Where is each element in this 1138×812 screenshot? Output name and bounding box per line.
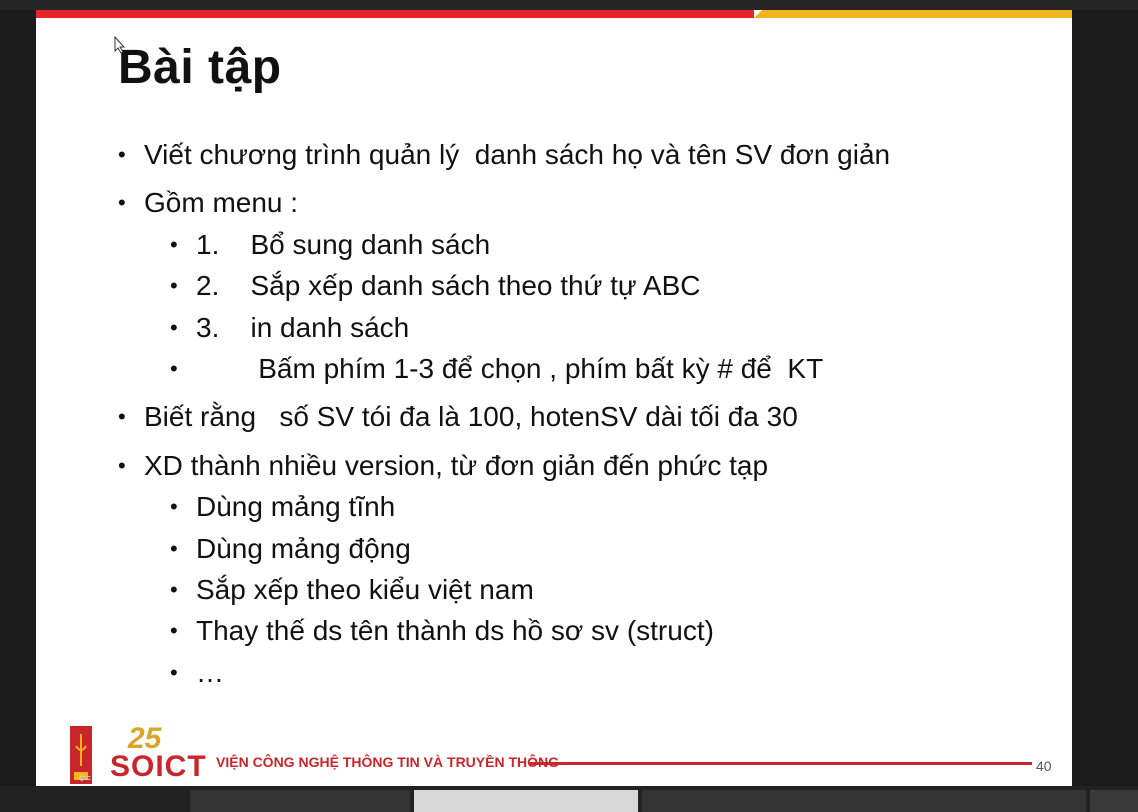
logo-soict-text: SOICT: [110, 750, 207, 783]
footer-divider: [530, 762, 1032, 765]
slide-page-number: 40: [1036, 758, 1052, 774]
taskbar-segment-active: [414, 790, 638, 812]
taskbar-segment: [642, 790, 1086, 812]
bullet-dot-icon: •: [170, 315, 178, 340]
mouse-cursor-icon: [114, 36, 126, 54]
bullet-dot-icon: •: [170, 577, 178, 602]
bullet-dot-icon: •: [118, 190, 126, 215]
version-item: Sắp xếp theo kiểu việt nam: [196, 574, 534, 605]
bullet-dot-icon: •: [170, 618, 178, 643]
version-item: Dùng mảng tĩnh: [196, 491, 396, 522]
bullet-dot-icon: •: [170, 232, 178, 257]
bullet-dot-icon: •: [118, 142, 126, 167]
bullet-dot-icon: •: [118, 453, 126, 478]
version-item: …: [196, 657, 224, 688]
bullet-dot-icon: •: [170, 273, 178, 298]
taskbar-segment: [190, 790, 410, 812]
slide-title: Bài tập: [118, 41, 282, 94]
bullet-dot-icon: •: [170, 660, 178, 685]
bullet-dot-icon: •: [118, 404, 126, 429]
menu-item: 2. Sắp xếp danh sách theo thứ tự ABC: [196, 270, 701, 301]
menu-item: 3. in danh sách: [196, 312, 410, 343]
bullet-item: Viết chương trình quản lý danh sách họ v…: [144, 139, 891, 170]
footer-institute-name: VIỆN CÔNG NGHỆ THÔNG TIN VÀ TRUYỀN THÔNG: [216, 754, 560, 770]
bullet-item: Biết rằng số SV tói đa là 100, hotenSV d…: [144, 401, 798, 432]
menu-item: 1. Bổ sung danh sách: [196, 229, 491, 260]
version-item: Dùng mảng động: [196, 533, 411, 564]
bullet-dot-icon: •: [170, 494, 178, 519]
version-item: Thay thế ds tên thành ds hồ sơ sv (struc…: [196, 615, 714, 646]
bullet-item: XD thành nhiều version, từ đơn giản đến …: [144, 450, 769, 481]
bullet-dot-icon: •: [170, 356, 178, 381]
slide-accent-red-bar: [36, 10, 754, 18]
bullet-item: Gồm menu :: [144, 187, 299, 218]
previous-slide-arrow-icon[interactable]: ⇐: [78, 768, 91, 788]
taskbar-segment: [1090, 790, 1138, 812]
presentation-slide: Bài tập • Viết chương trình quản lý danh…: [36, 10, 1072, 788]
bullet-dot-icon: •: [170, 536, 178, 561]
menu-item: Bấm phím 1-3 để chọn , phím bất kỳ # để …: [196, 353, 824, 384]
window-top-bar: [0, 0, 1138, 10]
slide-accent-yellow-bar: [754, 10, 1072, 18]
